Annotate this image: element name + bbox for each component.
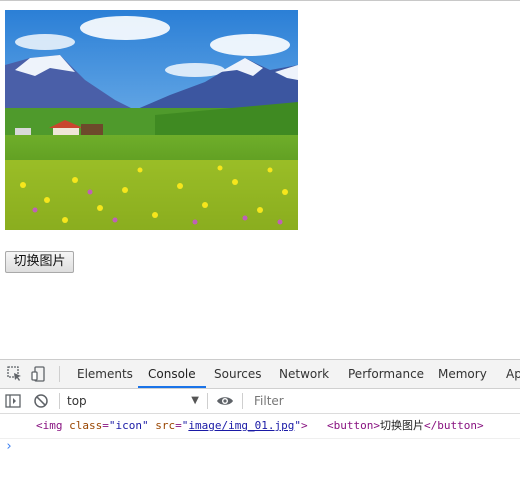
device-toolbar-icon[interactable]: [30, 365, 48, 383]
toolbar-divider: [59, 366, 60, 382]
toolbar-divider: [242, 393, 243, 409]
img-tag-close: >: [300, 419, 308, 432]
toolbar-divider: [207, 393, 208, 409]
inspect-element-icon[interactable]: [6, 365, 24, 383]
eye-icon[interactable]: [216, 392, 234, 410]
sidebar-toggle-icon[interactable]: [4, 392, 22, 410]
dropdown-arrow-icon: ▼: [191, 395, 199, 406]
landscape-image: [5, 10, 298, 230]
tab-elements[interactable]: Elements: [77, 360, 133, 387]
button-tag-open: <button>: [327, 419, 380, 432]
button-tag-close: </button>: [423, 419, 484, 432]
tab-network[interactable]: Network: [279, 360, 329, 387]
devtools-panel: Elements Console Sources Network Perform…: [0, 359, 520, 479]
logged-img-element[interactable]: <img class="icon" src="image/img_01.jpg"…: [36, 415, 308, 437]
tab-memory[interactable]: Memory: [438, 360, 487, 387]
tab-application[interactable]: Ap: [506, 360, 520, 387]
img-class-attr: class: [69, 419, 103, 432]
toolbar-divider: [59, 393, 60, 409]
context-selector[interactable]: top ▼: [67, 391, 201, 411]
devtools-tab-bar: Elements Console Sources Network Perform…: [0, 360, 520, 389]
img-class-value: icon: [115, 419, 143, 432]
context-value: top: [67, 394, 87, 408]
img-src-attr: src: [155, 419, 176, 432]
logged-button-element[interactable]: <button>切换图片</button>: [327, 415, 484, 437]
console-log-entry: <img class="icon" src="image/img_01.jpg"…: [0, 415, 520, 439]
img-src-link[interactable]: image/img_01.jpg: [188, 419, 294, 432]
tab-console[interactable]: Console: [138, 360, 206, 388]
console-toolbar: top ▼: [0, 389, 520, 414]
prompt-chevron-icon[interactable]: ›: [5, 439, 17, 455]
tab-performance[interactable]: Performance: [348, 360, 424, 387]
clear-console-icon[interactable]: [32, 392, 50, 410]
img-tag-open: <img: [36, 419, 63, 432]
top-border: [0, 0, 520, 1]
button-text: 切换图片: [379, 419, 424, 432]
swap-image-button[interactable]: 切换图片: [5, 251, 74, 273]
tab-sources[interactable]: Sources: [214, 360, 261, 387]
filter-input[interactable]: [250, 391, 518, 411]
